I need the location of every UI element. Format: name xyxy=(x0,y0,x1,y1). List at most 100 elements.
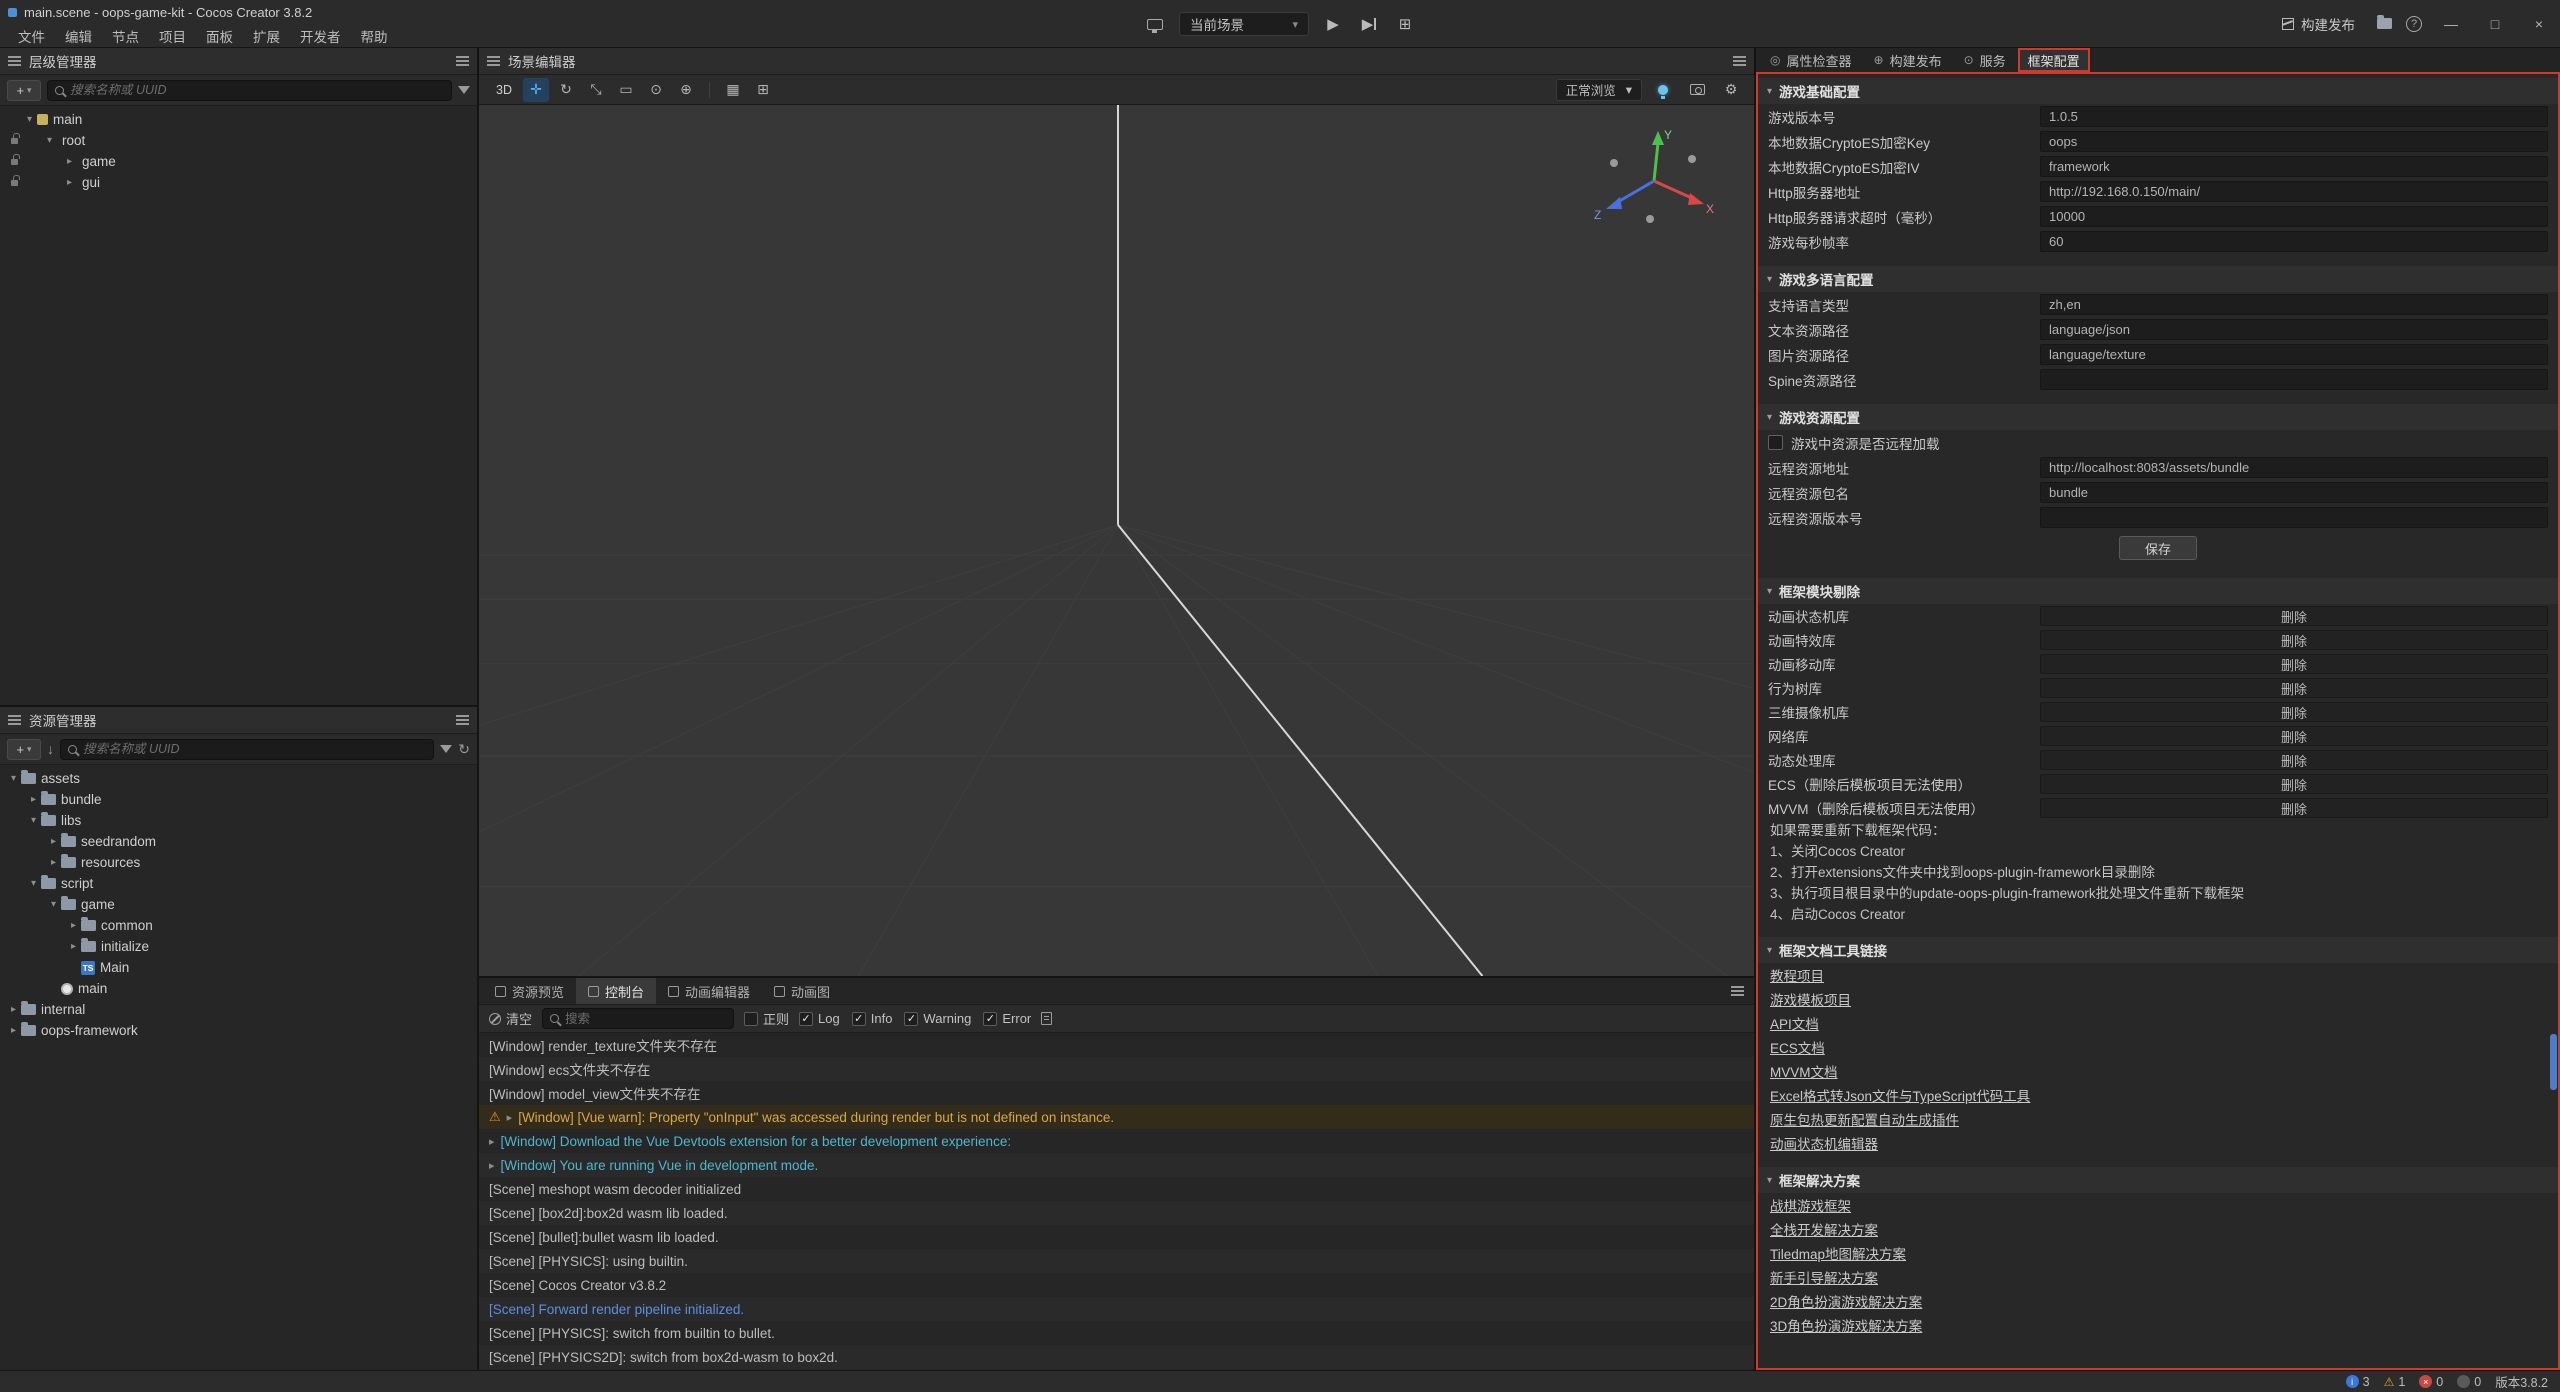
field-input[interactable]: http://localhost:8083/assets/bundle xyxy=(2040,457,2548,478)
field-input[interactable] xyxy=(2040,507,2548,528)
scrollbar-thumb[interactable] xyxy=(2550,1034,2557,1090)
console-clear-button[interactable]: 清空 xyxy=(489,1009,532,1028)
close-button[interactable]: × xyxy=(2524,10,2554,38)
tree-closed-arrow-icon[interactable]: ▸ xyxy=(6,1004,21,1015)
console-search[interactable] xyxy=(542,1008,734,1029)
pivot-toggle-button[interactable]: ⊙ xyxy=(643,78,669,102)
doc-link[interactable]: 全栈开发解决方案 xyxy=(1770,1219,1878,1239)
tree-closed-arrow-icon[interactable]: ▸ xyxy=(66,941,81,952)
toggle-3d-button[interactable]: 3D xyxy=(489,78,519,102)
filter-Log[interactable]: ✓Log xyxy=(799,1011,840,1026)
regex-toggle[interactable]: 正则 xyxy=(744,1009,789,1028)
field-input[interactable]: 10000 xyxy=(2040,206,2548,227)
tree-closed-arrow-icon[interactable]: ▸ xyxy=(62,156,77,167)
info-count[interactable]: i 3 xyxy=(2346,1375,2370,1389)
field-input[interactable]: language/texture xyxy=(2040,344,2548,365)
field-input[interactable]: 60 xyxy=(2040,231,2548,252)
minimize-button[interactable]: — xyxy=(2436,10,2466,38)
asset-node-bundle[interactable]: ▸bundle xyxy=(0,789,477,810)
doc-link[interactable]: Excel格式转Json文件与TypeScript代码工具 xyxy=(1770,1085,2030,1105)
device-preview-button[interactable] xyxy=(1143,12,1167,36)
menu-item-开发者[interactable]: 开发者 xyxy=(290,26,351,46)
field-input[interactable]: http://192.168.0.150/main/ xyxy=(2040,181,2548,202)
section-header[interactable]: ▾框架解决方案 xyxy=(1758,1167,2558,1193)
import-asset-icon[interactable]: ↓ xyxy=(47,741,54,757)
console-log-row[interactable]: [Scene] [box2d]:box2d wasm lib loaded. xyxy=(479,1201,1754,1225)
hierarchy-node-game[interactable]: ▸game xyxy=(0,151,477,172)
delete-button[interactable]: 删除 xyxy=(2261,751,2327,769)
rotate-tool-button[interactable]: ↻ xyxy=(553,78,579,102)
play-button[interactable]: ▶ xyxy=(1321,12,1345,36)
menu-item-项目[interactable]: 项目 xyxy=(149,26,196,46)
filter-icon[interactable] xyxy=(458,86,470,94)
delete-button[interactable]: 删除 xyxy=(2261,631,2327,649)
console-log-row[interactable]: [Scene] meshopt wasm decoder initialized xyxy=(479,1177,1754,1201)
asset-node-main[interactable]: main xyxy=(0,978,477,999)
menu-item-文件[interactable]: 文件 xyxy=(8,26,55,46)
console-log-row[interactable]: [Scene] [PHYSICS]: using builtin. xyxy=(479,1249,1754,1273)
notification-count[interactable]: 0 xyxy=(2457,1375,2481,1389)
field-input[interactable] xyxy=(2040,369,2548,390)
move-tool-button[interactable]: ✛ xyxy=(523,78,549,102)
tree-open-arrow-icon[interactable]: ▾ xyxy=(26,878,41,889)
panel-options-icon[interactable] xyxy=(456,719,469,721)
field-input[interactable]: oops xyxy=(2040,131,2548,152)
field-input[interactable]: framework xyxy=(2040,156,2548,177)
scene-viewport[interactable]: Y X Z xyxy=(479,105,1754,976)
section-header[interactable]: ▾游戏基础配置 xyxy=(1758,78,2558,104)
panel-menu-icon[interactable] xyxy=(8,60,21,62)
hierarchy-node-gui[interactable]: ▸gui xyxy=(0,172,477,193)
view-mode-dropdown[interactable]: 正常浏览 ▾ xyxy=(1556,79,1642,101)
panel-options-icon[interactable] xyxy=(1733,60,1746,62)
menu-item-编辑[interactable]: 编辑 xyxy=(55,26,102,46)
asset-node-Main[interactable]: TSMain xyxy=(0,957,477,978)
panel-menu-icon[interactable] xyxy=(487,60,500,62)
console-log-row[interactable]: [Scene] [PHYSICS2D]: switch from box2d-w… xyxy=(479,1345,1754,1369)
tree-closed-arrow-icon[interactable]: ▸ xyxy=(46,836,61,847)
doc-link[interactable]: 战棋游戏框架 xyxy=(1770,1195,1851,1215)
delete-button[interactable]: 删除 xyxy=(2261,703,2327,721)
doc-link[interactable]: MVVM文档 xyxy=(1770,1061,1838,1081)
scale-tool-button[interactable]: ⤡ xyxy=(583,78,609,102)
export-log-icon[interactable] xyxy=(1041,1012,1052,1025)
save-button[interactable]: 保存 xyxy=(2119,536,2197,560)
help-icon[interactable]: ? xyxy=(2406,16,2422,32)
view-grid-button[interactable]: ⊞ xyxy=(750,78,776,102)
tab-属性检查器[interactable]: ◎属性检查器 xyxy=(1760,48,1862,72)
filter-Error[interactable]: ✓Error xyxy=(983,1011,1031,1026)
expand-icon[interactable]: ▸ xyxy=(489,1135,495,1148)
scene-light-toggle[interactable] xyxy=(1650,78,1676,102)
layout-grid-button[interactable]: ⊞ xyxy=(1393,12,1417,36)
asset-node-assets[interactable]: ▾assets xyxy=(0,768,477,789)
menu-item-节点[interactable]: 节点 xyxy=(102,26,149,46)
console-log-row[interactable]: [Window] ecs文件夹不存在 xyxy=(479,1057,1754,1081)
menu-item-面板[interactable]: 面板 xyxy=(196,26,243,46)
console-log-row[interactable]: [Window] model_view文件夹不存在 xyxy=(479,1081,1754,1105)
coordinate-toggle-button[interactable]: ⊕ xyxy=(673,78,699,102)
section-header[interactable]: ▾框架模块剔除 xyxy=(1758,578,2558,604)
grid-snap-button[interactable]: ▦ xyxy=(720,78,746,102)
asset-node-initialize[interactable]: ▸initialize xyxy=(0,936,477,957)
tree-closed-arrow-icon[interactable]: ▸ xyxy=(6,1025,21,1036)
tree-open-arrow-icon[interactable]: ▾ xyxy=(26,815,41,826)
asset-node-seedrandom[interactable]: ▸seedrandom xyxy=(0,831,477,852)
console-log-row[interactable]: [Window] render_texture文件夹不存在 xyxy=(479,1033,1754,1057)
doc-link[interactable]: API文档 xyxy=(1770,1013,1819,1033)
error-count[interactable]: × 0 xyxy=(2419,1375,2443,1389)
field-input[interactable]: zh,en xyxy=(2040,294,2548,315)
filter-Info[interactable]: ✓Info xyxy=(852,1011,893,1026)
hierarchy-node-root[interactable]: ▾root xyxy=(0,130,477,151)
tree-closed-arrow-icon[interactable]: ▸ xyxy=(62,177,77,188)
section-header[interactable]: ▾框架文档工具链接 xyxy=(1758,937,2558,963)
tab-动画编辑器[interactable]: 动画编辑器 xyxy=(656,978,762,1004)
doc-link[interactable]: 3D角色扮演游戏解决方案 xyxy=(1770,1315,1922,1335)
doc-link[interactable]: 2D角色扮演游戏解决方案 xyxy=(1770,1291,1922,1311)
create-asset-button[interactable]: +▾ xyxy=(7,739,41,760)
doc-link[interactable]: 教程项目 xyxy=(1770,965,1824,985)
tab-资源预览[interactable]: 资源预览 xyxy=(483,978,576,1004)
delete-button[interactable]: 删除 xyxy=(2261,799,2327,817)
section-header[interactable]: ▾游戏资源配置 xyxy=(1758,404,2558,430)
scene-camera-button[interactable] xyxy=(1684,78,1710,102)
filter-Warning[interactable]: ✓Warning xyxy=(904,1011,971,1026)
refresh-icon[interactable]: ↻ xyxy=(458,741,470,758)
